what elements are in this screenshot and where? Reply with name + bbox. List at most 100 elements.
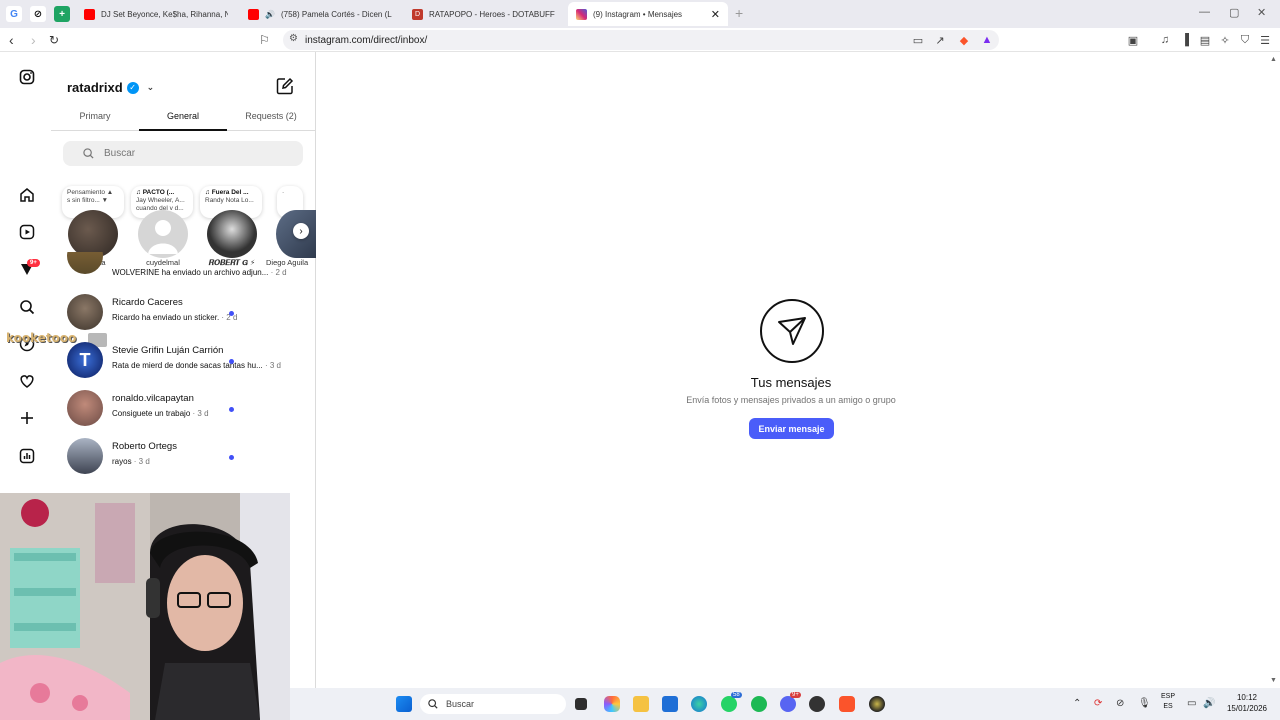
discord-badge: 9+ [790, 692, 801, 698]
unread-dot [229, 359, 234, 364]
list-item[interactable]: T Stevie Grifin Luján Carrión Rata de mi… [67, 340, 307, 380]
search-field[interactable] [63, 141, 303, 166]
sheets-icon[interactable]: + [54, 6, 70, 22]
pinned-tab-icon[interactable]: ⊘ [30, 6, 46, 22]
share-icon[interactable]: ↗ [934, 34, 946, 47]
app-icon[interactable] [869, 696, 885, 712]
close-window-icon[interactable]: ✕ [1257, 6, 1266, 19]
avatar[interactable] [138, 210, 188, 258]
webcam-overlay [0, 493, 290, 720]
conversation-name: Ricardo Caceres [112, 297, 183, 308]
network-icon[interactable]: ⊘ [1116, 698, 1124, 709]
display-icon[interactable]: ▭ [1187, 698, 1196, 709]
new-tab-button[interactable]: + [735, 5, 743, 21]
cast-icon[interactable]: ▭ [912, 34, 924, 47]
speaker-icon[interactable]: 🔊 [265, 10, 275, 19]
close-tab-icon[interactable]: ✕ [711, 8, 720, 21]
tab-dotabuff[interactable]: D RATAPOPO - Heroes - DOTABUFF - D [404, 2, 564, 26]
store-icon[interactable] [662, 696, 678, 712]
unread-dot [229, 455, 234, 460]
heart-icon[interactable] [17, 371, 37, 391]
list-item[interactable]: Ricardo Caceres Ricardo ha enviado un st… [67, 292, 307, 332]
sync-icon[interactable]: ⟳ [1094, 698, 1102, 709]
google-icon[interactable]: G [6, 6, 22, 22]
brave-icon[interactable] [839, 696, 855, 712]
sidebar-toggle-icon[interactable]: ▣ [1127, 34, 1139, 47]
account-switcher[interactable]: ratadrixd ✓ ⌄ [67, 80, 154, 95]
vpn-icon[interactable]: ⛉ [1239, 34, 1251, 46]
search-icon[interactable] [17, 297, 37, 317]
chevron-down-icon: ⌄ [146, 82, 155, 92]
search-icon [428, 699, 438, 709]
conversation-preview: rayos [112, 457, 132, 466]
send-message-button[interactable]: Enviar mensaje [749, 418, 834, 439]
create-icon[interactable] [17, 408, 37, 428]
volume-icon[interactable]: 🔊 [1203, 698, 1215, 709]
whatsapp-icon[interactable] [721, 696, 737, 712]
minimize-icon[interactable]: — [1199, 6, 1210, 18]
chevron-right-icon[interactable]: › [293, 223, 309, 239]
dashboard-icon[interactable] [17, 446, 37, 466]
page-subtitle: Envía fotos y mensajes privados a un ami… [686, 395, 896, 405]
compose-icon[interactable] [276, 77, 294, 95]
reels-icon[interactable] [17, 222, 37, 242]
conversation-name: Stevie Grifin Luján Carrión [112, 345, 224, 356]
conversation-time: 2 d [275, 268, 287, 277]
clock[interactable]: 10:12 15/01/2026 [1222, 692, 1272, 714]
brave-rewards-icon[interactable]: ▲ [981, 34, 993, 46]
reload-icon[interactable]: ↻ [49, 33, 59, 47]
conversation-preview: WOLVERINE ha enviado un archivo adjun... [112, 268, 269, 277]
spotify-icon[interactable] [751, 696, 767, 712]
site-settings-icon[interactable]: ⚙ [289, 33, 298, 44]
list-item[interactable]: Roberto Ortegs rayos · 3 d [67, 436, 307, 476]
avatar[interactable] [207, 210, 257, 258]
list-item[interactable]: ronaldo.vilcapaytan Consiguete un trabaj… [67, 388, 307, 428]
back-icon[interactable]: ‹ [9, 32, 14, 48]
discord-icon[interactable] [780, 696, 796, 712]
whatsapp-badge: 58 [731, 692, 742, 698]
tab-general[interactable]: General [139, 111, 227, 121]
forward-icon[interactable]: › [31, 32, 36, 48]
avatar: T [67, 342, 103, 378]
tab-instagram[interactable]: (9) Instagram • Mensajes ✕ [568, 2, 728, 26]
conversation-time: 3 d [197, 409, 209, 418]
bookmark-icon[interactable]: ⚐ [259, 33, 270, 47]
avatar[interactable] [68, 210, 118, 258]
avatar [67, 252, 103, 274]
leo-icon[interactable]: ✧ [1219, 34, 1231, 47]
copilot-icon[interactable] [604, 696, 620, 712]
task-view-icon[interactable] [575, 698, 587, 710]
home-icon[interactable] [17, 185, 37, 205]
note-title: Fuera Del ... [211, 189, 249, 196]
inbox-tabs: Primary General Requests (2) [51, 108, 315, 131]
windows-start-icon[interactable] [396, 696, 412, 712]
tab-dj-set[interactable]: DJ Set Beyonce, Ke$ha, Rihanna, Nel [76, 2, 236, 26]
note-emoji: · [282, 189, 285, 196]
search-input[interactable] [104, 148, 274, 159]
taskbar-search[interactable]: Buscar [420, 694, 566, 714]
edge-icon[interactable] [691, 696, 707, 712]
app-icon[interactable] [809, 696, 825, 712]
microphone-icon[interactable]: 🎙 [1138, 698, 1151, 709]
instagram-logo-icon[interactable] [17, 67, 37, 87]
url-field[interactable]: ⚙ instagram.com/direct/inbox/ [283, 30, 999, 50]
file-explorer-icon[interactable] [633, 696, 649, 712]
media-icon[interactable]: ♫ [1159, 34, 1171, 46]
tab-requests[interactable]: Requests (2) [227, 111, 315, 121]
reader-icon[interactable]: ▐ [1179, 34, 1191, 46]
maximize-icon[interactable]: ▢ [1229, 6, 1239, 19]
youtube-icon [248, 8, 259, 20]
language-indicator[interactable]: ESP ES [1157, 692, 1179, 712]
scroll-down-icon[interactable]: ▼ [1270, 677, 1277, 684]
unread-dot [229, 407, 234, 412]
wallet-icon[interactable]: ▤ [1199, 34, 1211, 47]
scroll-up-icon[interactable]: ▲ [1270, 56, 1277, 63]
tab-pamela-cortes[interactable]: 🔊 (758) Pamela Cortés - Dicen (Let [240, 2, 400, 26]
menu-icon[interactable]: ☰ [1259, 34, 1271, 47]
tab-primary[interactable]: Primary [51, 111, 139, 121]
browser-tab-bar: G ⊘ + DJ Set Beyonce, Ke$ha, Rihanna, Ne… [0, 0, 1280, 28]
list-item[interactable]: WOLVERINE ha enviado un archivo adjun...… [67, 252, 307, 278]
dotabuff-icon: D [412, 8, 423, 20]
chevron-up-icon[interactable]: ⌃ [1073, 698, 1081, 709]
brave-shield-icon[interactable]: ◆ [958, 34, 970, 47]
